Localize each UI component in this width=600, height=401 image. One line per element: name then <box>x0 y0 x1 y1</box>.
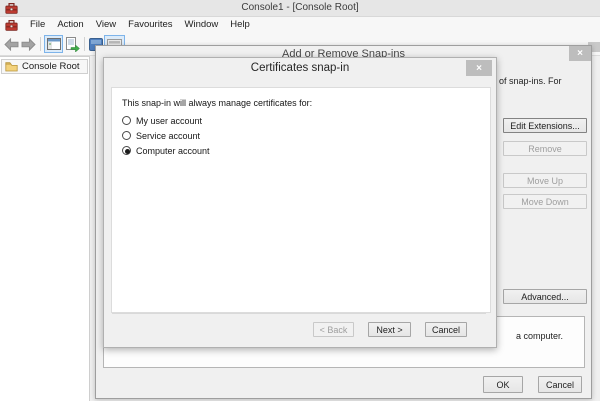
back-arrow-icon <box>4 37 19 51</box>
certificates-dialog-title: Certificates snap-in <box>250 62 350 74</box>
radio-label: Computer account <box>136 145 210 156</box>
menu-view[interactable]: View <box>90 17 122 33</box>
advanced-button[interactable]: Advanced... <box>503 289 587 304</box>
radio-service-account[interactable]: Service account <box>122 130 200 141</box>
next-button[interactable]: Next > <box>368 322 411 337</box>
ok-button[interactable]: OK <box>483 376 523 393</box>
radio-my-user-account[interactable]: My user account <box>122 115 202 126</box>
title-bar: Console1 - [Console Root] <box>0 0 600 17</box>
radio-circle-icon <box>122 116 131 125</box>
certificates-snapin-dialog: Certificates snap-in × This snap-in will… <box>103 57 497 348</box>
export-list-button[interactable] <box>63 35 81 53</box>
mmc-toolbox-icon <box>5 19 18 31</box>
radio-circle-icon <box>122 146 131 155</box>
description-text-fragment: a computer. <box>516 331 564 341</box>
wizard-separator <box>112 313 486 314</box>
snapin-manage-prompt: This snap-in will always manage certific… <box>122 98 313 108</box>
menu-favourites[interactable]: Favourites <box>122 17 178 33</box>
radio-label: Service account <box>136 130 201 141</box>
radio-label: My user account <box>136 115 203 126</box>
move-down-button: Move Down <box>503 194 587 209</box>
menu-window[interactable]: Window <box>179 17 225 33</box>
toolbar-separator <box>84 37 85 51</box>
menu-action[interactable]: Action <box>51 17 89 33</box>
radio-computer-account[interactable]: Computer account <box>122 145 210 156</box>
radio-circle-icon <box>122 131 131 140</box>
window-title: Console1 - [Console Root] <box>241 2 359 13</box>
tree-item-label: Console Root <box>22 61 80 72</box>
export-list-icon <box>66 36 80 52</box>
cancel-button[interactable]: Cancel <box>538 376 582 393</box>
snapins-intro-text-fragment: of snap-ins. For <box>499 76 562 86</box>
wizard-cancel-button[interactable]: Cancel <box>425 322 467 337</box>
edit-extensions-button[interactable]: Edit Extensions... <box>503 118 587 133</box>
show-tree-button[interactable] <box>44 35 63 53</box>
menu-bar: File Action View Favourites Window Help <box>0 17 600 33</box>
forward-button[interactable] <box>20 35 37 53</box>
move-up-button: Move Up <box>503 173 587 188</box>
back-button: < Back <box>313 322 354 337</box>
remove-button: Remove <box>503 141 587 156</box>
show-tree-icon <box>46 38 61 50</box>
toolbar-separator <box>40 37 41 51</box>
menu-file[interactable]: File <box>24 17 51 33</box>
certificates-close-icon[interactable]: × <box>466 60 492 76</box>
back-button[interactable] <box>3 35 20 53</box>
snapins-close-icon[interactable]: × <box>569 46 591 61</box>
console-tree-panel: Console Root <box>0 56 90 401</box>
forward-arrow-icon <box>21 37 36 51</box>
tree-item-console-root[interactable]: Console Root <box>1 59 88 74</box>
folder-icon <box>5 62 18 72</box>
menu-help[interactable]: Help <box>224 17 256 33</box>
wizard-page: This snap-in will always manage certific… <box>111 87 491 313</box>
